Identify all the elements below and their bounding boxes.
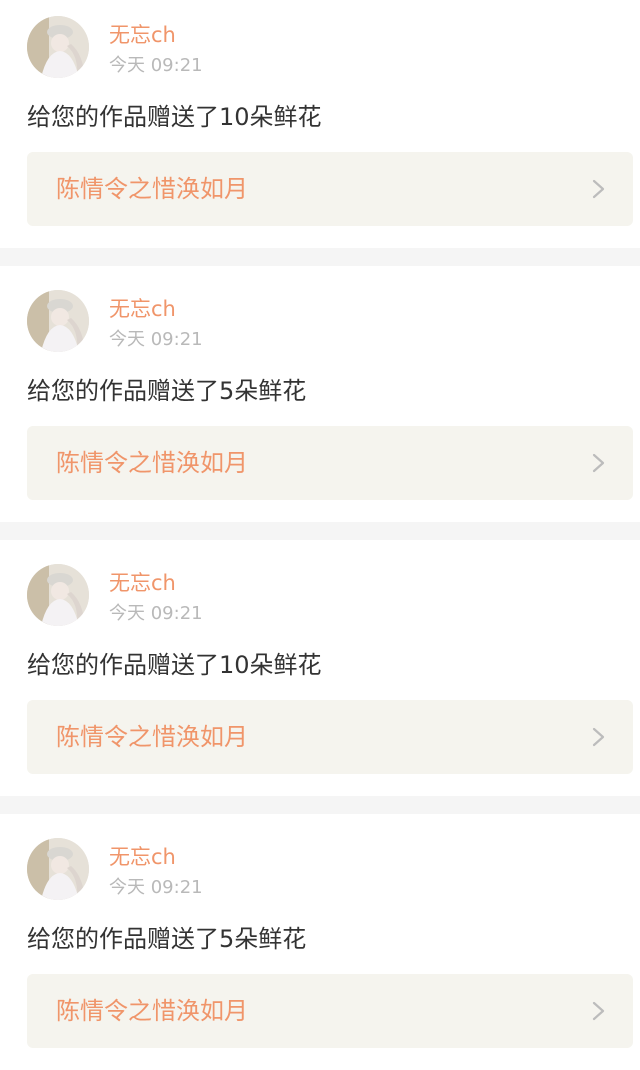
notification-card: 无忘ch 今天 09:21 给您的作品赠送了10朵鲜花 陈情令之惜涣如月 <box>0 540 640 796</box>
notification-message: 给您的作品赠送了5朵鲜花 <box>27 377 307 405</box>
notification-message: 给您的作品赠送了5朵鲜花 <box>27 925 307 953</box>
timestamp: 今天 09:21 <box>109 603 203 624</box>
timestamp: 今天 09:21 <box>109 55 203 76</box>
divider <box>0 522 640 540</box>
username[interactable]: 无忘ch <box>109 843 176 871</box>
notification-card: 无忘ch 今天 09:21 给您的作品赠送了5朵鲜花 陈情令之惜涣如月 <box>0 814 640 1070</box>
username[interactable]: 无忘ch <box>109 295 176 323</box>
chevron-right-icon <box>592 453 605 473</box>
chevron-right-icon <box>592 179 605 199</box>
username[interactable]: 无忘ch <box>109 569 176 597</box>
work-link-button[interactable]: 陈情令之惜涣如月 <box>27 974 633 1048</box>
notification-feed: 无忘ch 今天 09:21 给您的作品赠送了10朵鲜花 陈情令之惜涣如月 无忘c… <box>0 0 640 1070</box>
notification-card: 无忘ch 今天 09:21 给您的作品赠送了10朵鲜花 陈情令之惜涣如月 <box>0 0 640 248</box>
notification-message: 给您的作品赠送了10朵鲜花 <box>27 103 322 131</box>
work-link-button[interactable]: 陈情令之惜涣如月 <box>27 426 633 500</box>
avatar[interactable] <box>27 838 89 900</box>
work-link-button[interactable]: 陈情令之惜涣如月 <box>27 152 633 226</box>
work-title: 陈情令之惜涣如月 <box>56 175 248 203</box>
timestamp: 今天 09:21 <box>109 329 203 350</box>
chevron-right-icon <box>592 727 605 747</box>
divider <box>0 796 640 814</box>
work-title: 陈情令之惜涣如月 <box>56 449 248 477</box>
avatar[interactable] <box>27 290 89 352</box>
divider <box>0 248 640 266</box>
avatar-image <box>27 564 89 626</box>
avatar[interactable] <box>27 16 89 78</box>
avatar-image <box>27 838 89 900</box>
username[interactable]: 无忘ch <box>109 21 176 49</box>
work-title: 陈情令之惜涣如月 <box>56 723 248 751</box>
chevron-right-icon <box>592 1001 605 1021</box>
work-title: 陈情令之惜涣如月 <box>56 997 248 1025</box>
work-link-button[interactable]: 陈情令之惜涣如月 <box>27 700 633 774</box>
avatar-image <box>27 290 89 352</box>
notification-message: 给您的作品赠送了10朵鲜花 <box>27 651 322 679</box>
timestamp: 今天 09:21 <box>109 877 203 898</box>
avatar-image <box>27 16 89 78</box>
avatar[interactable] <box>27 564 89 626</box>
notification-card: 无忘ch 今天 09:21 给您的作品赠送了5朵鲜花 陈情令之惜涣如月 <box>0 266 640 522</box>
